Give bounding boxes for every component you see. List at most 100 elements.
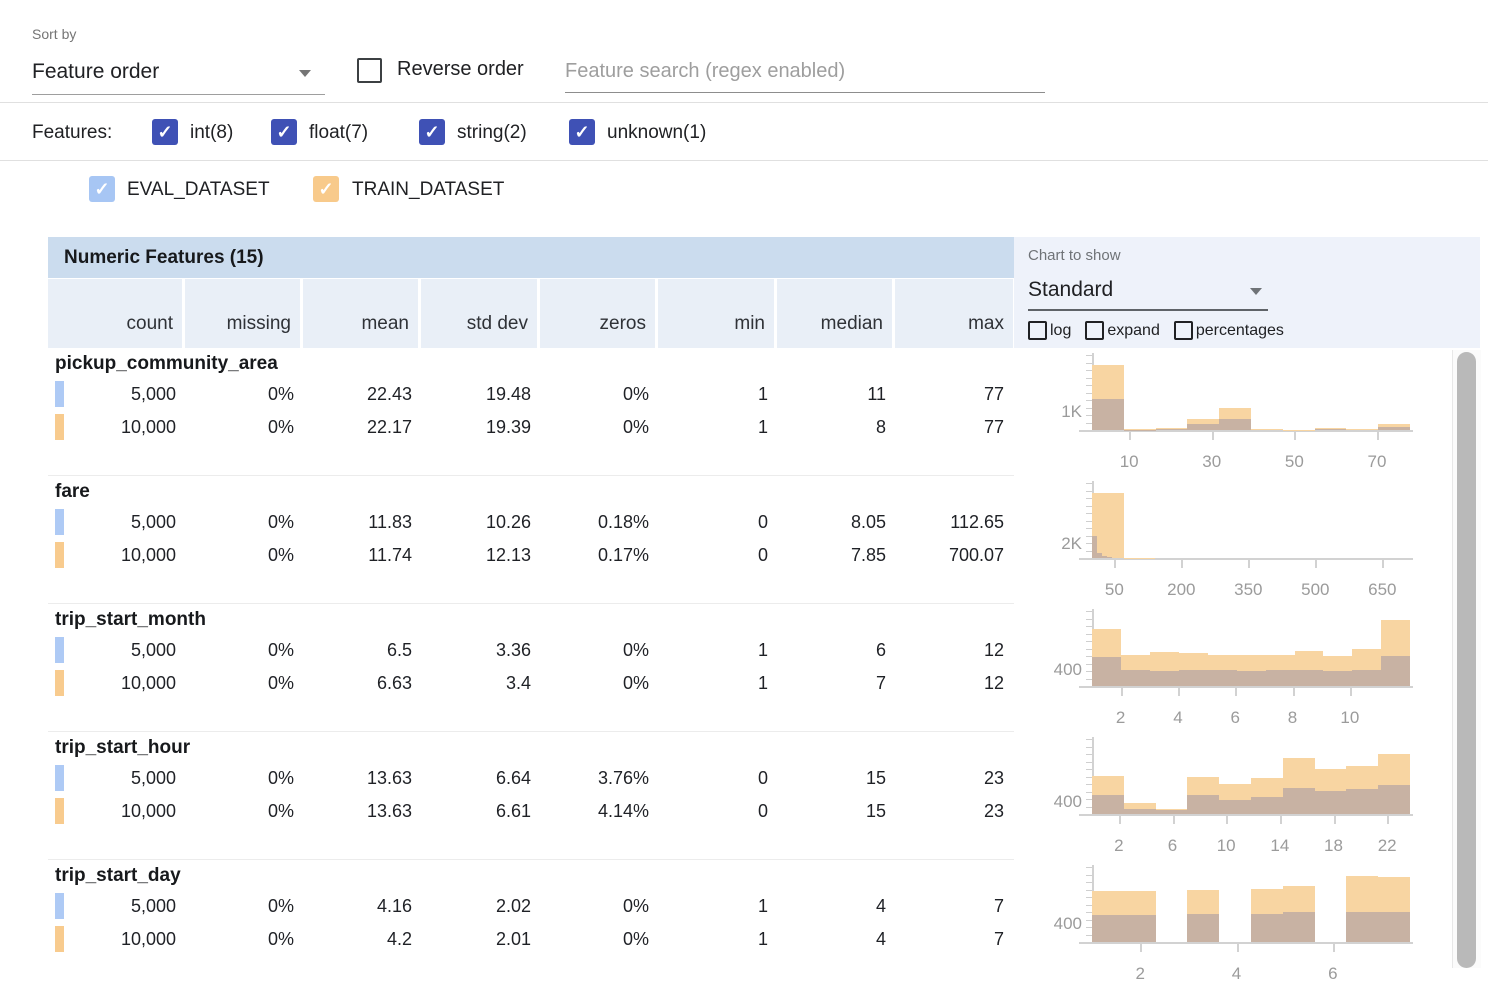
dataset-label: TRAIN_DATASET: [352, 179, 504, 201]
reverse-order-label: Reverse order: [397, 58, 524, 81]
feature-type-label: int(8): [190, 122, 233, 144]
y-axis-minor-tick: [1086, 747, 1092, 748]
histogram-column: 1K103050702K5020035050065040024681040026…: [1020, 348, 1450, 988]
x-axis-line: [1079, 686, 1413, 688]
train-hist-bar: [1251, 429, 1283, 430]
scrollbar-track[interactable]: [1452, 350, 1481, 968]
stat-cell: 0%: [540, 411, 658, 444]
features-bar-label: Features:: [32, 122, 112, 144]
stat-cell: 6.63: [303, 667, 421, 700]
stat-cell: 11.83: [303, 506, 421, 539]
eval-hist-bar: [1251, 914, 1283, 942]
stat-cell: 0: [658, 762, 777, 795]
stat-cell: 3.4: [421, 667, 540, 700]
x-axis-tick: [1333, 944, 1335, 952]
feature-search-input[interactable]: [565, 50, 1045, 92]
eval-hist-bar: [1251, 797, 1283, 814]
scrollbar-thumb[interactable]: [1457, 352, 1476, 968]
x-axis-tick-label: 2: [1091, 708, 1151, 728]
eval-hist-bar: [1179, 670, 1208, 686]
x-axis-tick-label: 18: [1304, 836, 1364, 856]
stat-cell: 0%: [540, 667, 658, 700]
dataset-color-chip: [55, 798, 64, 824]
x-axis-tick: [1235, 688, 1237, 696]
x-axis-line: [1079, 558, 1413, 560]
eval-stats-row: 5,0000%4.162.020%147: [48, 890, 1014, 923]
dataset-color-chip: [55, 509, 64, 535]
y-axis-minor-tick: [1086, 363, 1092, 364]
stat-cell: 12: [895, 667, 1013, 700]
x-axis-tick-label: 14: [1250, 836, 1310, 856]
feature-type-checkbox-int[interactable]: ✓: [152, 119, 178, 145]
stat-cell: 10,000: [48, 795, 185, 828]
stat-cell: 19.48: [421, 378, 540, 411]
stat-cell: 0%: [185, 762, 303, 795]
feature-type-checkbox-unknown[interactable]: ✓: [569, 119, 595, 145]
percentages-checkbox[interactable]: [1174, 321, 1193, 340]
histogram-trip_start_hour: 4002610141822: [1020, 732, 1450, 860]
stat-cell: 112.65: [895, 506, 1013, 539]
x-axis-tick: [1178, 688, 1180, 696]
histogram-pickup_community_area: 1K10305070: [1020, 348, 1450, 476]
y-axis-minor-tick: [1086, 769, 1092, 770]
stat-cell: 15: [777, 762, 895, 795]
feature-type-checkbox-float[interactable]: ✓: [271, 119, 297, 145]
x-axis-tick: [1237, 944, 1239, 952]
column-header-mean: mean: [303, 279, 421, 348]
y-axis-minor-tick: [1086, 739, 1092, 740]
stat-cell: 10,000: [48, 667, 185, 700]
x-axis-tick-label: 350: [1218, 580, 1278, 600]
stat-cell: 4.2: [303, 923, 421, 956]
stat-cell: 6.5: [303, 634, 421, 667]
chevron-down-icon: [299, 70, 311, 77]
column-header-missing: missing: [185, 279, 303, 348]
dataset-color-chip: [55, 414, 64, 440]
y-axis-minor-tick: [1086, 483, 1092, 484]
dataset-checkbox-train_dataset[interactable]: ✓: [313, 176, 339, 202]
stat-cell: 0%: [185, 539, 303, 572]
chart-to-show-label: Chart to show: [1028, 247, 1121, 264]
train-stats-row: 10,0000%22.1719.390%1877: [48, 411, 1014, 444]
stat-cell: 4.16: [303, 890, 421, 923]
stat-cell: 0.18%: [540, 506, 658, 539]
x-axis-tick-label: 500: [1285, 580, 1345, 600]
eval-hist-bar: [1092, 399, 1124, 430]
stat-cell: 22.43: [303, 378, 421, 411]
y-axis-minor-tick: [1086, 890, 1092, 891]
dataset-checkbox-eval_dataset[interactable]: ✓: [89, 176, 115, 202]
eval-hist-bar: [1156, 429, 1188, 430]
feature-type-label: float(7): [309, 122, 368, 144]
sort-by-dropdown[interactable]: Feature order: [32, 52, 325, 95]
stat-cell: 7.85: [777, 539, 895, 572]
stat-cell: 12: [895, 634, 1013, 667]
sort-by-value: Feature order: [32, 52, 325, 92]
x-axis-tick-label: 2: [1089, 836, 1149, 856]
histogram-fare: 2K50200350500650: [1020, 476, 1450, 604]
log-checkbox[interactable]: [1028, 321, 1047, 340]
stat-cell: 0%: [185, 795, 303, 828]
stat-cell: 11.74: [303, 539, 421, 572]
stat-cell: 8.05: [777, 506, 895, 539]
y-axis-tick-label: 400: [1020, 914, 1082, 934]
stat-cell: 6.64: [421, 762, 540, 795]
dataset-color-chip: [55, 926, 64, 952]
stat-cell: 5,000: [48, 762, 185, 795]
feature-type-checkbox-string[interactable]: ✓: [419, 119, 445, 145]
stat-cell: 0: [658, 795, 777, 828]
expand-checkbox[interactable]: [1085, 321, 1104, 340]
x-axis-tick-label: 200: [1151, 580, 1211, 600]
x-axis-tick-label: 2: [1110, 964, 1170, 984]
chart-type-dropdown[interactable]: Standard: [1028, 273, 1268, 311]
stat-cell: 1: [658, 378, 777, 411]
eval-hist-bar: [1092, 657, 1121, 686]
stat-cell: 1: [658, 411, 777, 444]
divider: [0, 160, 1488, 161]
feature-block-trip_start_day: trip_start_day5,0000%4.162.020%14710,000…: [48, 860, 1014, 988]
stat-cell: 10,000: [48, 539, 185, 572]
y-axis-minor-tick: [1086, 626, 1092, 627]
stat-cell: 0%: [540, 890, 658, 923]
column-header-max: max: [895, 279, 1013, 348]
x-axis-tick: [1173, 816, 1175, 824]
y-axis-minor-tick: [1086, 491, 1092, 492]
reverse-order-checkbox[interactable]: [357, 58, 382, 83]
